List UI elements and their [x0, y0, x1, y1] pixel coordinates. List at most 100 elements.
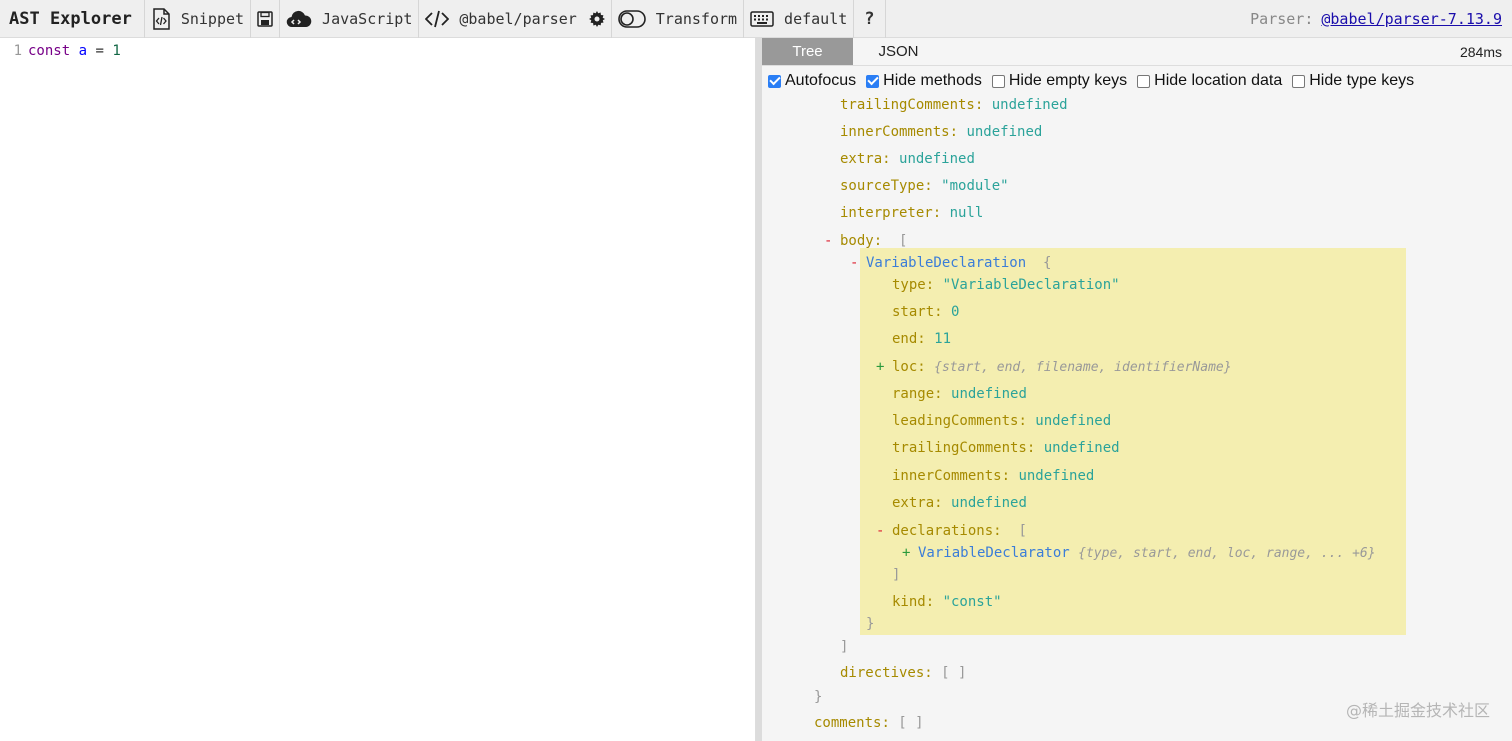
- floppy-icon: [257, 10, 273, 27]
- tree-key: loc: [892, 359, 918, 375]
- collapse-toggle[interactable]: -: [824, 230, 836, 252]
- tab-tree[interactable]: Tree: [762, 38, 853, 65]
- help-icon: ?: [864, 8, 875, 29]
- tree-value: "module": [941, 178, 1009, 194]
- tree-row[interactable]: end: 11: [892, 328, 951, 350]
- line-number: 1: [13, 43, 22, 59]
- tree-row[interactable]: innerComments: undefined: [840, 121, 1042, 143]
- tree-bracket: {: [1043, 255, 1052, 271]
- tree-row[interactable]: interpreter: null: [840, 202, 983, 224]
- tree-value: [ ]: [941, 665, 967, 681]
- tree-key: innerComments: [840, 124, 950, 140]
- tree-row: ]: [840, 636, 848, 658]
- tree-value: undefined: [1018, 468, 1095, 484]
- tree-row[interactable]: innerComments: undefined: [892, 465, 1094, 487]
- tree-key: innerComments: [892, 468, 1002, 484]
- tree-key: comments: [814, 715, 882, 731]
- tree-key: trailingComments: [840, 97, 975, 113]
- tree-row: ]: [892, 564, 900, 586]
- tree-key: end: [892, 331, 918, 347]
- tree-value: undefined: [966, 124, 1043, 140]
- tree-row[interactable]: start: 0: [892, 301, 959, 323]
- collapse-toggle[interactable]: -: [876, 520, 888, 542]
- option-label: Hide methods: [883, 72, 982, 89]
- tree-key: sourceType: [840, 178, 925, 194]
- tree-row-loc[interactable]: + loc: {start, end, filename, identifierN…: [876, 356, 1232, 378]
- tree-bracket: ]: [892, 567, 901, 583]
- parser-button[interactable]: @babel/parser: [419, 0, 582, 38]
- expand-toggle[interactable]: +: [876, 356, 888, 378]
- tree-value: null: [949, 205, 984, 221]
- tree-key: extra: [892, 495, 935, 511]
- tab-json[interactable]: JSON: [853, 38, 944, 65]
- tree-row[interactable]: trailingComments: undefined: [840, 94, 1068, 116]
- code-identifier: a: [78, 43, 88, 59]
- code-editor[interactable]: 1 const a = 1: [0, 38, 756, 741]
- tree-value: "const": [942, 594, 1002, 610]
- expand-toggle[interactable]: +: [902, 542, 914, 564]
- collapse-toggle[interactable]: -: [850, 252, 862, 274]
- tree-key: directives: [840, 665, 925, 681]
- tree-row-body[interactable]: - body: [: [824, 230, 907, 252]
- tree-options: Autofocus Hide methods Hide empty keys H…: [762, 66, 1512, 96]
- tree-key: interpreter: [840, 205, 933, 221]
- code-file-icon: [151, 7, 171, 30]
- code-number: 1: [112, 43, 121, 59]
- tree-key: trailingComments: [892, 440, 1027, 456]
- cloud-icon: [286, 10, 312, 28]
- tree-value: undefined: [1043, 440, 1120, 456]
- tree-row-variable-declaration[interactable]: - VariableDeclaration {: [850, 252, 1051, 274]
- tree-value: undefined: [951, 495, 1027, 511]
- tree-key: range: [892, 386, 935, 402]
- node-summary: {type, start, end, loc, range, ... +6}: [1078, 546, 1376, 561]
- language-button[interactable]: JavaScript: [280, 0, 420, 38]
- autofocus-checkbox[interactable]: [768, 74, 781, 88]
- tree-row[interactable]: leadingComments: undefined: [892, 410, 1111, 432]
- tree-key: kind: [892, 594, 926, 610]
- tree-row[interactable]: sourceType: "module": [840, 175, 1009, 197]
- option-hide-empty-keys[interactable]: Hide empty keys: [991, 72, 1127, 90]
- hide-empty-keys-checkbox[interactable]: [991, 74, 1005, 88]
- tree-value: undefined: [991, 97, 1068, 113]
- parser-info-label: Parser:: [1250, 9, 1314, 28]
- hide-type-keys-checkbox[interactable]: [1292, 74, 1306, 88]
- language-label: JavaScript: [322, 9, 413, 28]
- tree-row[interactable]: extra: undefined: [892, 492, 1027, 514]
- code-brackets-icon: [425, 10, 450, 28]
- tree-bracket: }: [866, 616, 875, 632]
- option-hide-location-data[interactable]: Hide location data: [1137, 72, 1282, 90]
- tree-row[interactable]: directives: [ ]: [840, 662, 966, 684]
- tree-row[interactable]: extra: undefined: [840, 148, 975, 170]
- tree-row[interactable]: kind: "const": [892, 591, 1002, 613]
- tree-row-declarations[interactable]: - declarations: [: [876, 520, 1027, 542]
- tree-key: body: [840, 233, 874, 249]
- snippet-button[interactable]: Snippet: [145, 0, 252, 38]
- tree-key: extra: [840, 151, 883, 167]
- hide-methods-checkbox[interactable]: [866, 74, 880, 88]
- tree-row[interactable]: type: "VariableDeclaration": [892, 274, 1120, 296]
- tree-row[interactable]: comments: [ ]: [814, 712, 924, 734]
- tree-value: "VariableDeclaration": [942, 277, 1120, 293]
- node-summary: {start, end, filename, identifierName}: [934, 360, 1232, 375]
- save-button[interactable]: [251, 0, 281, 38]
- transform-button[interactable]: Transform: [612, 0, 745, 38]
- gear-icon: [588, 10, 605, 27]
- code-line[interactable]: 1 const a = 1: [0, 38, 755, 64]
- tree-row[interactable]: range: undefined: [892, 383, 1027, 405]
- option-autofocus[interactable]: Autofocus: [768, 72, 856, 90]
- help-button[interactable]: ?: [854, 0, 886, 38]
- tree-row[interactable]: trailingComments: undefined: [892, 437, 1120, 459]
- parser-label: @babel/parser: [459, 9, 577, 28]
- option-hide-methods[interactable]: Hide methods: [866, 72, 982, 90]
- option-hide-type-keys[interactable]: Hide type keys: [1292, 72, 1414, 90]
- tree-row-variable-declarator[interactable]: + VariableDeclarator {type, start, end, l…: [902, 542, 1376, 564]
- toggle-off-icon: [617, 9, 646, 28]
- hide-location-data-checkbox[interactable]: [1137, 74, 1151, 88]
- code-operator: =: [95, 43, 104, 59]
- keymap-button[interactable]: default: [744, 0, 855, 38]
- parser-info: Parser: @babel/parser-7.13.9: [1250, 10, 1512, 28]
- tree-value: undefined: [1035, 413, 1112, 429]
- parser-settings-button[interactable]: [583, 0, 612, 38]
- tree-value: 0: [951, 304, 960, 320]
- parser-version-link[interactable]: @babel/parser-7.13.9: [1321, 10, 1502, 28]
